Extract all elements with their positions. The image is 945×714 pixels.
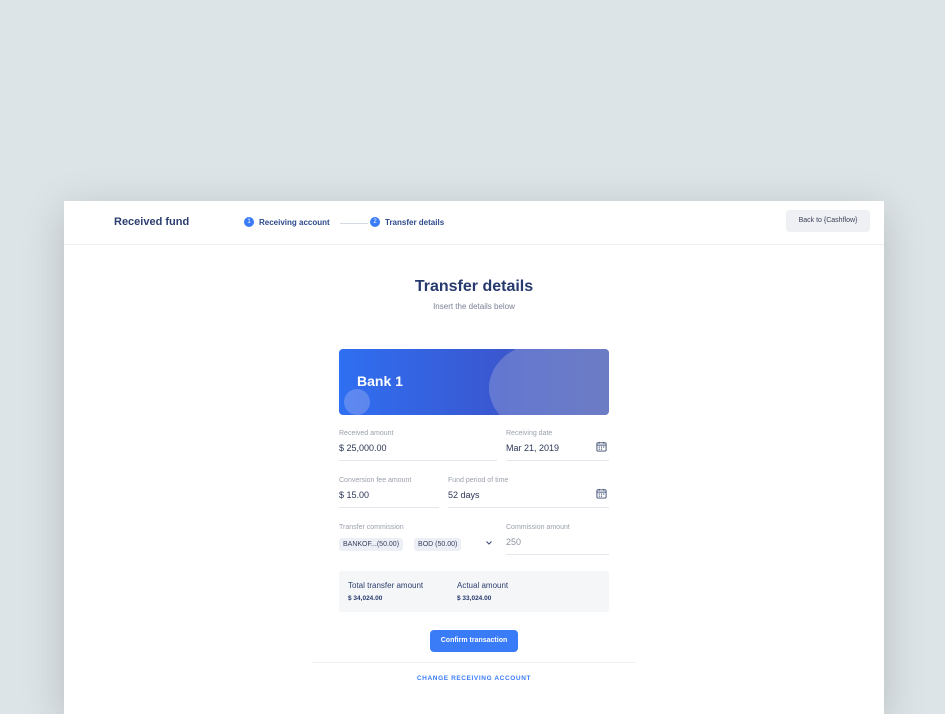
receiving-date-field[interactable]: Receiving date Mar 21, 2019 — [506, 430, 609, 461]
field-label: Commission amount — [506, 524, 570, 531]
step-number-2: 2 — [370, 217, 380, 227]
step-transfer-details[interactable]: 2 Transfer details — [370, 217, 444, 227]
transfer-commission-field[interactable]: Transfer commission BANKOF...(50.00) BOD… — [339, 524, 499, 553]
commission-chip[interactable]: BANKOF...(50.00) — [339, 537, 404, 551]
bank-card: Bank 1 — [339, 349, 609, 415]
step-label: Receiving account — [259, 217, 330, 227]
page-subtitle: Insert the details below — [433, 302, 515, 311]
card-decoration — [489, 349, 609, 415]
field-label: Fund period of time — [448, 477, 509, 484]
divider — [312, 662, 636, 663]
top-bar: Received fund 1 Receiving account 2 Tran… — [64, 201, 884, 245]
received-amount-field[interactable]: Received amount $ 25,000.00 — [339, 430, 497, 461]
field-label: Received amount — [339, 430, 394, 437]
bank-name: Bank 1 — [357, 373, 403, 389]
totals-panel: Total transfer amount $ 34,024.00 Actual… — [339, 571, 609, 612]
calendar-icon[interactable] — [596, 488, 607, 499]
conversion-fee-input[interactable]: $ 15.00 — [339, 490, 439, 508]
step-label: Transfer details — [385, 217, 445, 227]
confirm-transaction-button[interactable]: Confirm transaction — [430, 630, 518, 652]
calendar-icon[interactable] — [596, 441, 607, 452]
total-transfer-label: Total transfer amount — [348, 581, 424, 590]
chevron-down-icon[interactable] — [485, 539, 493, 547]
app-window: Received fund 1 Receiving account 2 Tran… — [64, 201, 884, 714]
field-label: Transfer commission — [339, 524, 404, 531]
commission-chip[interactable]: BOD (50.00) — [414, 537, 462, 551]
commission-amount-input[interactable]: 250 — [506, 537, 609, 555]
field-label: Conversion fee amount — [339, 477, 412, 484]
card-decoration-circle — [344, 389, 370, 415]
receiving-date-value: Mar 21, 2019 — [506, 443, 560, 453]
step-number-1: 1 — [244, 217, 254, 227]
conversion-fee-field[interactable]: Conversion fee amount $ 15.00 — [339, 477, 439, 508]
total-transfer-value: $ 34,024.00 — [348, 595, 383, 602]
back-to-cashflow-button[interactable]: Back to {Cashflow} — [786, 210, 870, 232]
app-title: Received fund — [114, 216, 190, 228]
fund-period-field[interactable]: Fund period of time 52 days — [448, 477, 609, 508]
step-receiving-account[interactable]: 1 Receiving account — [244, 217, 330, 227]
field-label: Receiving date — [506, 430, 553, 437]
fund-period-value: 52 days — [448, 490, 480, 500]
actual-amount-label: Actual amount — [457, 581, 509, 590]
commission-select[interactable]: BANKOF...(50.00) BOD (50.00) — [339, 535, 499, 553]
actual-amount-value: $ 33,024.00 — [457, 595, 492, 602]
change-receiving-account-link[interactable]: CHANGE RECEIVING ACCOUNT — [64, 675, 884, 682]
step-connector — [340, 223, 368, 224]
receiving-date-input[interactable]: Mar 21, 2019 — [506, 441, 609, 461]
page-title: Transfer details — [414, 278, 534, 295]
received-amount-input[interactable]: $ 25,000.00 — [339, 443, 497, 461]
commission-amount-field[interactable]: Commission amount 250 — [506, 524, 609, 555]
fund-period-input[interactable]: 52 days — [448, 488, 609, 508]
